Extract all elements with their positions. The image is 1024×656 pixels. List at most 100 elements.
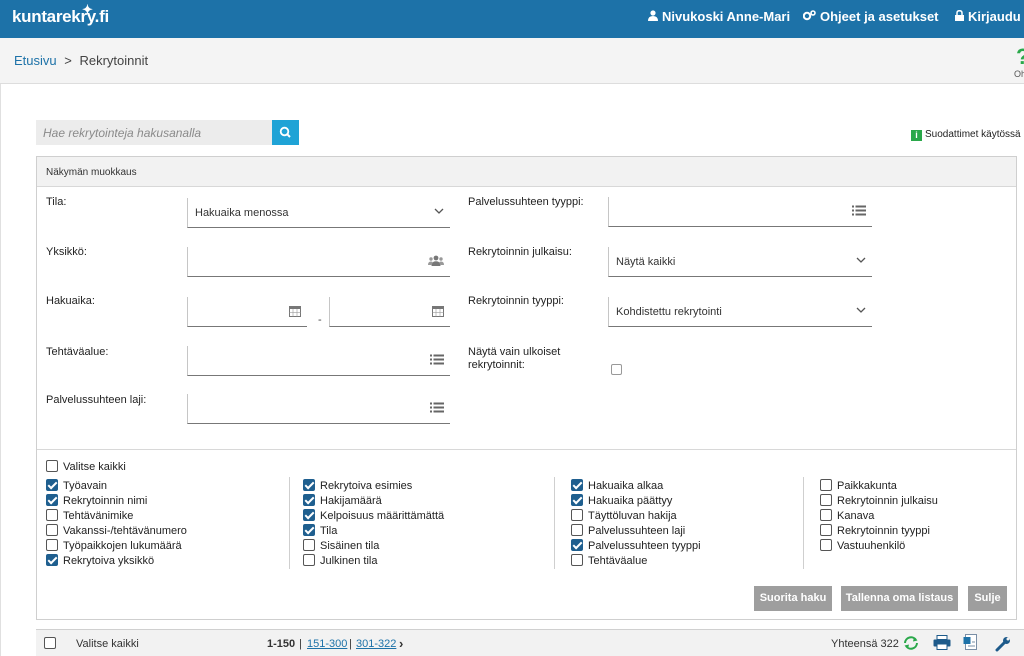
status-value: Hakuaika menossa (195, 207, 289, 219)
breadcrumb-home-link[interactable]: Etusivu (14, 53, 57, 68)
column-option[interactable]: Tehtäväalue (571, 554, 647, 567)
breadcrumb-current: Rekrytoinnit (79, 53, 149, 68)
employment-type-field[interactable] (608, 197, 872, 227)
help-settings-label: Ohjeet ja asetukset (820, 9, 939, 24)
checked-checkbox[interactable] (303, 479, 315, 491)
column-option[interactable]: Palvelussuhteen tyyppi (571, 539, 701, 552)
column-option[interactable]: Tehtävänimike (46, 509, 133, 522)
page-link-3[interactable]: 301-322 (356, 638, 396, 650)
panel-divider (37, 449, 1016, 450)
close-panel-button[interactable]: Sulje (968, 586, 1007, 611)
column-option[interactable]: Hakuaika päättyy (571, 494, 672, 507)
unchecked-checkbox[interactable] (303, 539, 315, 551)
unchecked-checkbox[interactable] (46, 509, 58, 521)
export-icon[interactable] (963, 634, 979, 654)
task-area-field[interactable] (187, 346, 450, 376)
external-only-label-line1: Näytä vain ulkoiset (468, 346, 561, 358)
checked-checkbox[interactable] (46, 479, 58, 491)
column-option[interactable]: Tila (303, 524, 337, 537)
search-button[interactable] (272, 120, 299, 145)
column-option-label: Hakuaika päättyy (588, 495, 673, 507)
unchecked-checkbox[interactable] (820, 494, 832, 506)
save-own-list-button[interactable]: Tallenna oma listaus (841, 586, 958, 611)
print-icon[interactable] (933, 635, 951, 653)
column-option[interactable]: Vakanssi-/tehtävänumero (46, 524, 187, 537)
period-start-date[interactable] (187, 297, 307, 327)
user-icon (648, 10, 658, 24)
select-all-checkbox[interactable] (46, 460, 58, 472)
search-input[interactable] (36, 120, 272, 145)
checked-checkbox[interactable] (46, 554, 58, 566)
unchecked-checkbox[interactable] (303, 554, 315, 566)
column-option-label: Rekrytoinnin julkaisu (837, 495, 938, 507)
logout-label: Kirjaudu ulos (968, 9, 1024, 24)
list-icon (852, 205, 866, 219)
select-all-columns[interactable]: Valitse kaikki (46, 460, 126, 473)
publication-select[interactable]: Näytä kaikki (608, 247, 872, 277)
next-page-icon[interactable]: › (399, 636, 403, 651)
date-range-dash: - (318, 314, 322, 326)
filters-active-indicator[interactable]: i Suodattimet käytössä (911, 129, 1021, 141)
help-question-icon[interactable]: ? (1016, 44, 1024, 70)
logout-link[interactable]: Kirjaudu ulos (955, 9, 1024, 24)
checked-checkbox[interactable] (571, 539, 583, 551)
column-option-label: Hakijamäärä (320, 495, 382, 507)
unchecked-checkbox[interactable] (820, 539, 832, 551)
column-option[interactable]: Kelpoisuus määrittämättä (303, 509, 444, 522)
column-option[interactable]: Työpaikkojen lukumäärä (46, 539, 182, 552)
page-current: 1-150 (267, 638, 296, 650)
checked-checkbox[interactable] (571, 494, 583, 506)
unchecked-checkbox[interactable] (820, 509, 832, 521)
list-select-all-checkbox[interactable] (44, 637, 56, 649)
refresh-icon[interactable] (902, 636, 920, 653)
employment-kind-field[interactable] (187, 394, 450, 424)
column-separator (554, 477, 555, 569)
column-option-label: Rekrytoiva yksikkö (63, 555, 155, 567)
column-option[interactable]: Rekrytoinnin julkaisu (820, 494, 938, 507)
column-option[interactable]: Rekrytoinnin nimi (46, 494, 147, 507)
column-option[interactable]: Työavain (46, 479, 107, 492)
unchecked-checkbox[interactable] (46, 524, 58, 536)
wrench-icon[interactable] (995, 636, 1011, 655)
column-option[interactable]: Vastuuhenkilö (820, 539, 905, 552)
checked-checkbox[interactable] (46, 494, 58, 506)
column-option[interactable]: Rekrytoiva esimies (303, 479, 412, 492)
user-menu[interactable]: Nivukoski Anne-Mari (648, 9, 790, 24)
unit-field[interactable] (187, 247, 450, 277)
unchecked-checkbox[interactable] (571, 524, 583, 536)
external-only-label: Näytä vain ulkoiset rekrytoinnit: (468, 346, 560, 372)
kuntarekry-logo[interactable]: kuntarekry.fi ✦ (12, 2, 109, 27)
run-search-button[interactable]: Suorita haku (754, 586, 832, 611)
column-option[interactable]: Hakuaika alkaa (571, 479, 663, 492)
status-select[interactable]: Hakuaika menossa (187, 198, 450, 228)
checked-checkbox[interactable] (571, 479, 583, 491)
logo-text: kuntarekry.fi (12, 7, 109, 26)
chevron-down-icon (856, 255, 866, 267)
lock-icon (955, 10, 964, 24)
recruitment-type-select[interactable]: Kohdistettu rekrytointi (608, 297, 872, 327)
help-settings-menu[interactable]: Ohjeet ja asetukset (802, 9, 939, 24)
column-option[interactable]: Hakijamäärä (303, 494, 382, 507)
column-option-label: Vastuuhenkilö (837, 540, 906, 552)
unchecked-checkbox[interactable] (820, 524, 832, 536)
checked-checkbox[interactable] (303, 509, 315, 521)
column-option-label: Rekrytoinnin nimi (63, 495, 148, 507)
external-only-checkbox[interactable] (611, 364, 622, 375)
column-option[interactable]: Paikkakunta (820, 479, 897, 492)
page-link-2[interactable]: 151-300 (307, 638, 347, 650)
unchecked-checkbox[interactable] (46, 539, 58, 551)
unchecked-checkbox[interactable] (820, 479, 832, 491)
column-option[interactable]: Sisäinen tila (303, 539, 379, 552)
period-end-date[interactable] (329, 297, 450, 327)
column-option[interactable]: Palvelussuhteen laji (571, 524, 685, 537)
checked-checkbox[interactable] (303, 524, 315, 536)
gears-icon (802, 10, 816, 24)
column-option[interactable]: Kanava (820, 509, 874, 522)
column-option[interactable]: Rekrytoiva yksikkö (46, 554, 154, 567)
checked-checkbox[interactable] (303, 494, 315, 506)
column-option[interactable]: Rekrytoinnin tyyppi (820, 524, 930, 537)
column-option[interactable]: Täyttöluvan hakija (571, 509, 677, 522)
unchecked-checkbox[interactable] (571, 509, 583, 521)
unchecked-checkbox[interactable] (571, 554, 583, 566)
column-option[interactable]: Julkinen tila (303, 554, 377, 567)
